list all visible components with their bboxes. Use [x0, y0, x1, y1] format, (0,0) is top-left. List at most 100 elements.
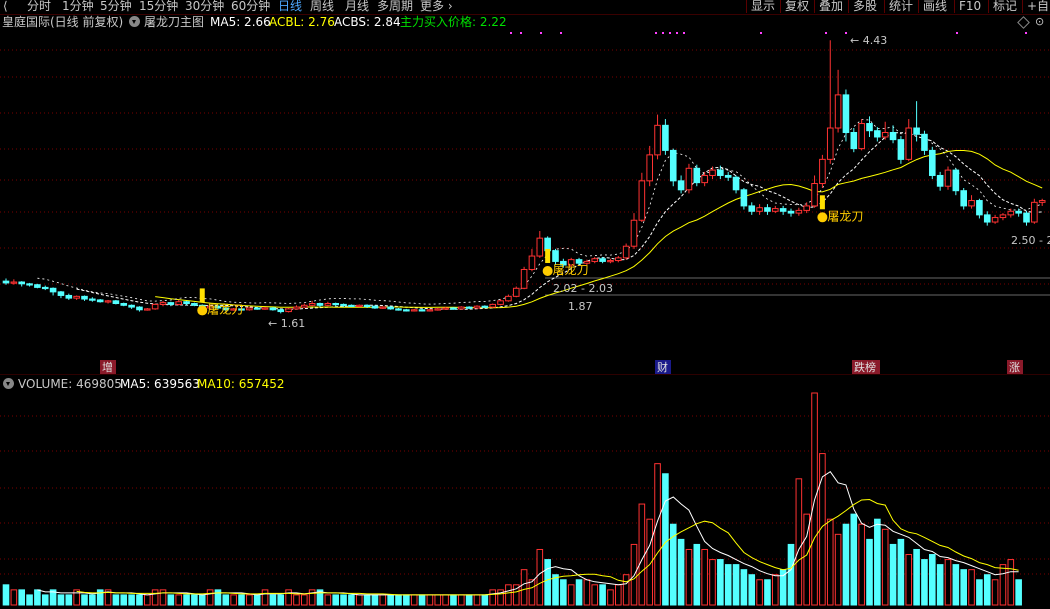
expand-diamond-icon[interactable] — [1017, 16, 1030, 29]
candle — [905, 119, 913, 162]
candle — [685, 163, 693, 194]
candle — [646, 145, 654, 187]
tab-period-2[interactable]: 5分钟 — [100, 0, 132, 14]
acbs-label: ACBS: 2.84 — [334, 15, 401, 29]
tab-period-0[interactable]: 分时 — [27, 0, 51, 14]
volume-bar — [34, 589, 41, 606]
volume-bar — [983, 574, 991, 606]
toolbar-button-2[interactable]: 叠加 — [814, 0, 847, 13]
toolbar-button-0[interactable]: 显示 — [746, 0, 779, 13]
volume-bar — [112, 594, 120, 606]
volume-bar — [277, 594, 285, 606]
candle — [418, 308, 426, 312]
volume-bar — [960, 569, 968, 606]
tab-period-4[interactable]: 30分钟 — [185, 0, 224, 14]
volume-bar — [230, 594, 237, 606]
volume-bar — [18, 589, 25, 606]
volume-bar — [756, 579, 763, 606]
volume-bar — [536, 548, 544, 606]
volume-bar — [285, 589, 292, 606]
low-price-label: ← 1.61 — [268, 317, 305, 330]
volume-bar — [253, 594, 261, 606]
candle — [489, 303, 496, 308]
candle — [246, 307, 253, 311]
candle — [34, 283, 41, 289]
volume-bar — [183, 594, 190, 606]
signal-dot — [669, 32, 671, 34]
candle — [442, 307, 449, 310]
volume-bar — [246, 594, 253, 606]
candle — [866, 116, 873, 137]
signal-dot — [510, 32, 512, 34]
candle — [795, 207, 803, 216]
signal-dot — [845, 32, 847, 34]
volume-bar — [458, 594, 465, 606]
toolbar-button-4[interactable]: 统计 — [884, 0, 917, 13]
volume-chart[interactable] — [0, 391, 1050, 609]
candle — [968, 195, 975, 209]
event-marker: 涨 — [1007, 360, 1023, 374]
volume-bar — [897, 538, 905, 606]
candle — [387, 306, 394, 310]
candle — [929, 146, 936, 180]
toolbar-button-8[interactable]: +自 — [1022, 0, 1050, 13]
volume-bar — [301, 594, 308, 606]
back-arrow-icon[interactable]: ⟨ — [3, 0, 8, 13]
volume-bar — [159, 589, 167, 606]
candle — [277, 308, 285, 314]
tab-period-8[interactable]: 月线 — [345, 0, 369, 14]
signal-dot — [760, 32, 762, 34]
volume-bar — [528, 579, 536, 606]
volume-bar — [81, 594, 88, 606]
indicator-dropdown-icon[interactable] — [129, 16, 140, 27]
volume-bar — [167, 594, 175, 606]
tab-period-3[interactable]: 15分钟 — [139, 0, 178, 14]
settings-icon[interactable]: ⊙ — [1035, 15, 1044, 28]
indicator-name[interactable]: 屠龙刀主图 — [144, 15, 204, 29]
candle — [520, 266, 528, 290]
candle — [787, 208, 795, 217]
toolbar-button-7[interactable]: 标记 — [988, 0, 1021, 13]
candle — [18, 281, 25, 287]
candle — [293, 305, 300, 310]
tab-period-1[interactable]: 1分钟 — [62, 0, 94, 14]
candle — [756, 204, 763, 215]
indicator-info-bar: 皇庭国际(日线 前复权) 屠龙刀主图 MA5: 2.66 ACBL: 2.76 … — [0, 14, 1050, 30]
toolbar-button-6[interactable]: F10 — [954, 0, 985, 13]
volume-bar — [944, 559, 952, 606]
volume-bar — [881, 528, 889, 606]
candle — [897, 136, 905, 164]
volume-bar — [929, 554, 936, 606]
volume-bar — [858, 523, 865, 606]
volume-bar — [26, 594, 33, 606]
candle — [285, 307, 292, 313]
toolbar-button-1[interactable]: 复权 — [780, 0, 813, 13]
volume-bar — [332, 594, 339, 606]
candle — [1038, 198, 1046, 206]
volume-bar — [395, 594, 402, 606]
tab-period-6[interactable]: 日线 — [278, 0, 302, 14]
toolbar-button-3[interactable]: 多股 — [848, 0, 881, 13]
candle — [834, 69, 842, 133]
candle — [151, 303, 159, 310]
signal-dot — [662, 32, 664, 34]
signal-bar — [545, 249, 551, 264]
price-chart[interactable]: 屠龙刀屠龙刀屠龙刀← 4.43← 1.612.02 - 2.031.872.50… — [0, 30, 1050, 375]
candle — [167, 301, 175, 307]
volume-bar — [677, 538, 685, 606]
tab-period-5[interactable]: 60分钟 — [231, 0, 270, 14]
signal-dot — [540, 32, 542, 34]
toolbar-button-5[interactable]: 画线 — [918, 0, 951, 13]
candle — [936, 171, 944, 191]
volume-bar — [874, 518, 881, 606]
volume-bar — [355, 594, 363, 606]
candle — [669, 148, 677, 187]
volume-bar — [709, 559, 716, 606]
candle — [1015, 208, 1022, 217]
tab-period-9[interactable]: 多周期 — [377, 0, 413, 14]
tab-period-7[interactable]: 周线 — [310, 0, 334, 14]
volume-dropdown-icon[interactable] — [3, 378, 14, 389]
tab-period-10[interactable]: 更多 › — [420, 0, 453, 14]
candle — [269, 307, 277, 311]
volume-bar — [238, 594, 245, 606]
